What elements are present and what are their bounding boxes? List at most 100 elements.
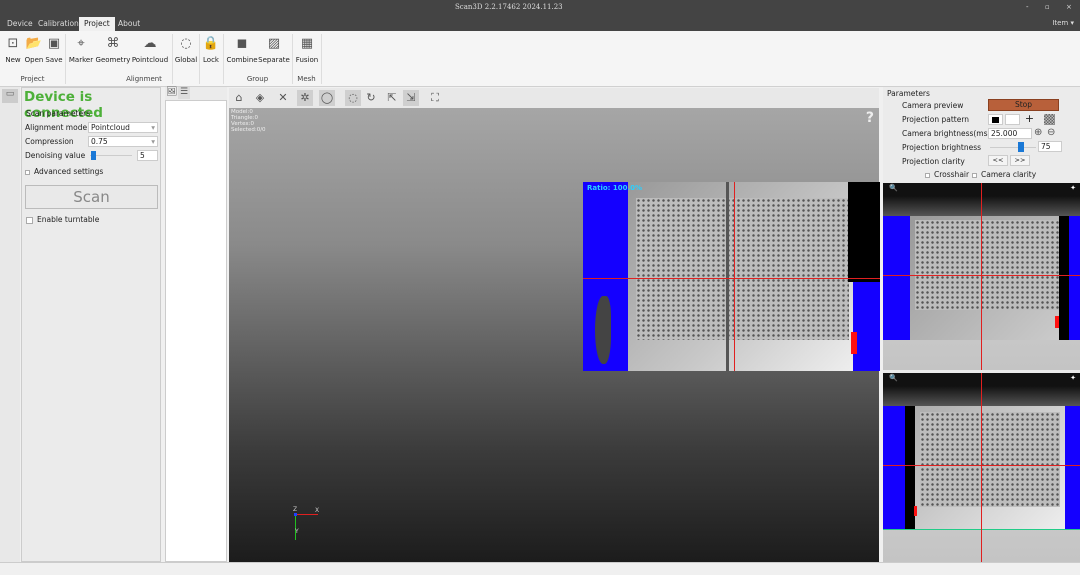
parameters-panel: Parameters Camera preview Stop Projectio… (883, 87, 1080, 562)
left-camera-view[interactable]: 🔍 ✦ (883, 183, 1080, 370)
tools-icon[interactable]: ✕ (275, 90, 291, 106)
global-button[interactable]: ◌ Global (174, 34, 198, 65)
image-view-icon[interactable]: 🖼 (166, 87, 177, 97)
advanced-settings-toggle[interactable]: Advanced settings (25, 167, 103, 176)
geometry-icon: ⌘ (106, 35, 120, 51)
crosshair-checkbox[interactable] (925, 172, 930, 178)
crosshair-vertical (981, 373, 982, 562)
marker-button[interactable]: ⌖ Marker (68, 34, 94, 65)
open-label: Open (24, 56, 44, 64)
fit-view-icon[interactable]: ⛶ (427, 90, 443, 106)
save-icon: ▣ (47, 35, 61, 51)
advanced-checkbox[interactable] (25, 169, 30, 175)
zoom-icon[interactable]: 🔍 (889, 374, 898, 382)
turntable-toggle[interactable]: Enable turntable (26, 215, 99, 224)
zoom-icon[interactable]: 🔍 (889, 184, 898, 192)
lock-label: Lock (203, 56, 219, 64)
lasso-rotate-icon[interactable]: ↻ (363, 90, 379, 106)
z-axis (294, 513, 297, 516)
tab-project[interactable]: Project (79, 17, 115, 31)
projection-clarity-label: Projection clarity (902, 157, 965, 166)
compression-select[interactable]: 0.75 ▾ (88, 136, 158, 147)
model-list[interactable] (165, 100, 227, 562)
turntable-checkbox[interactable] (26, 216, 33, 224)
group-project-label: Project (20, 75, 45, 83)
model-list-panel: 🖼 ☰ (165, 87, 227, 562)
pointcloud-button[interactable]: ☁ Pointcloud (131, 34, 169, 65)
alignment-mode-select[interactable]: Pointcloud ▾ (88, 122, 158, 133)
lasso-icon[interactable]: ◌ (345, 90, 361, 106)
projection-brightness-input[interactable]: 75 (1038, 141, 1062, 152)
new-button[interactable]: ⊡ New (3, 34, 23, 65)
pointcloud-label: Pointcloud (131, 56, 169, 64)
calibration-board (636, 198, 849, 340)
clarity-prev-button[interactable]: << (988, 155, 1008, 166)
group-mesh-label: Mesh (297, 75, 316, 83)
lock-button[interactable]: 🔒 Lock (201, 34, 221, 65)
separate-button[interactable]: ▨ Separate (258, 34, 290, 65)
minimize-button[interactable]: - (1026, 3, 1029, 11)
camera-clarity-checkbox[interactable] (972, 172, 977, 178)
combine-button[interactable]: ◼ Combine (226, 34, 258, 65)
select-front-icon[interactable]: ⇱ (384, 90, 400, 106)
right-camera-view[interactable]: 🔍 ✦ (883, 373, 1080, 562)
separate-label: Separate (258, 56, 290, 64)
maximize-button[interactable]: ▫ (1045, 3, 1050, 11)
pin-icon[interactable]: ✦ (1070, 374, 1076, 382)
stop-button[interactable]: Stop (988, 99, 1059, 111)
camera-brightness-label: Camera brightness(ms) (902, 129, 991, 138)
geometry-label: Geometry (95, 56, 131, 64)
trackball-icon[interactable]: ✲ (297, 90, 313, 106)
alignment-mode-value: Pointcloud (91, 123, 130, 132)
divider (321, 34, 322, 84)
y-axis (295, 514, 296, 540)
denoising-value: 5 (140, 151, 145, 160)
pattern-crosshair-button[interactable]: + (1022, 113, 1037, 125)
denoising-spinbox[interactable]: 5 (137, 150, 158, 161)
scanner-icon[interactable]: ▭ (2, 89, 18, 103)
combine-icon: ◼ (236, 35, 248, 51)
help-icon[interactable]: ? (866, 110, 874, 126)
geometry-button[interactable]: ⌘ Geometry (95, 34, 131, 65)
tab-about[interactable]: About (113, 17, 145, 31)
denoising-slider[interactable] (90, 155, 132, 156)
pattern-noise-button[interactable] (1044, 114, 1055, 125)
3d-viewport[interactable]: Model:0 Triangle:0 Vertex:0 Selected:0/0… (229, 108, 880, 562)
layers-icon[interactable]: ◈ (252, 90, 268, 106)
title-bar: Scan3D 2.2.17462 2024.11.23 - ▫ × (0, 0, 1080, 17)
save-button[interactable]: ▣ Save (45, 34, 63, 65)
list-view-icon[interactable]: ☰ (178, 87, 190, 99)
denoising-label: Denoising value (25, 151, 86, 160)
select-through-icon[interactable]: ⇲ (403, 90, 419, 106)
tab-calibration[interactable]: Calibration (33, 17, 84, 31)
increase-icon[interactable]: ⊕ (1034, 127, 1042, 138)
fusion-button[interactable]: ▦ Fusion (294, 34, 320, 65)
denoising-slider-handle[interactable] (91, 151, 96, 160)
item-menu[interactable]: Item ▾ (1052, 19, 1074, 27)
pin-icon[interactable]: ✦ (1070, 184, 1076, 192)
crosshair-toggle[interactable]: Crosshair (925, 170, 969, 179)
new-project-icon: ⊡ (7, 35, 19, 51)
projection-brightness-handle[interactable] (1018, 142, 1024, 152)
fusion-icon: ▦ (300, 35, 314, 51)
camera-clarity-toggle[interactable]: Camera clarity (972, 170, 1036, 179)
x-axis (296, 514, 318, 515)
camera-brightness-value: 25.000 (991, 129, 1018, 138)
projection-brightness-slider[interactable] (990, 147, 1036, 148)
decrease-icon[interactable]: ⊖ (1047, 127, 1055, 138)
overexposure-mark (851, 332, 857, 354)
clarity-next-button[interactable]: >> (1010, 155, 1030, 166)
marker-icon: ⌖ (77, 35, 85, 51)
close-button[interactable]: × (1066, 3, 1072, 11)
group-group-label: Group (246, 75, 269, 83)
open-button[interactable]: 📂 Open (23, 34, 45, 65)
turntable-label: Enable turntable (37, 215, 100, 224)
circle-select-icon[interactable]: ◯ (319, 90, 335, 106)
device-sidebar: ▭ (0, 87, 20, 562)
marker-label: Marker (68, 56, 94, 64)
pattern-black-button[interactable] (988, 114, 1003, 125)
scan-button[interactable]: Scan (25, 185, 158, 209)
home-icon[interactable]: ⌂ (231, 90, 247, 106)
camera-brightness-select[interactable]: 25.000 (988, 128, 1032, 139)
pattern-white-button[interactable] (1005, 114, 1020, 125)
